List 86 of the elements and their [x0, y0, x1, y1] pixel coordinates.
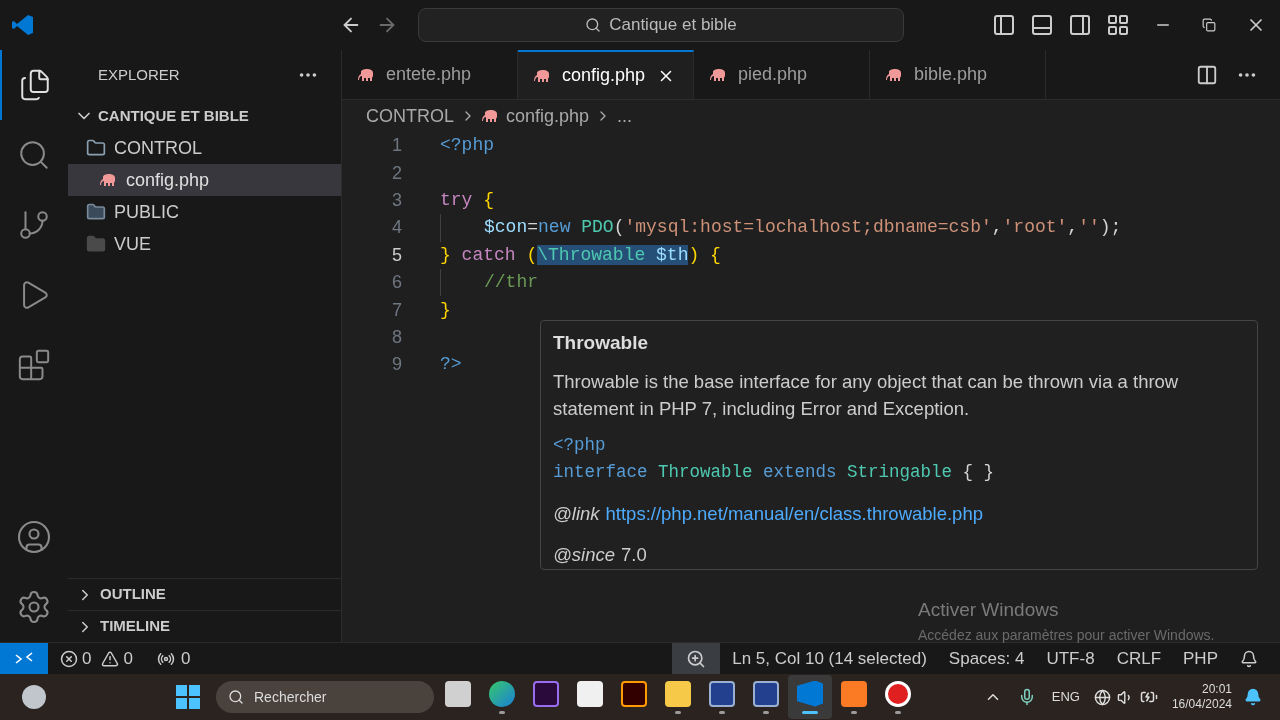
- code-line: } catch (\Throwable $th) {: [440, 243, 721, 267]
- search-icon: [228, 689, 244, 705]
- code-editor-icon: [12, 14, 34, 36]
- doc-tag: @link: [553, 499, 600, 528]
- code-line: ?>: [440, 353, 462, 377]
- line-number: 5: [391, 243, 402, 267]
- tree-item[interactable]: VUE: [68, 228, 341, 260]
- code-line: $con=new PDO('mysql:host=lochalhost;dbname=csb','root','');: [484, 216, 1122, 240]
- line-number: 3: [391, 188, 402, 212]
- secondary-sidebar-icon[interactable]: [1068, 13, 1092, 37]
- warning-icon: [101, 649, 120, 668]
- folder-icon[interactable]: [665, 680, 691, 707]
- code-editor-icon[interactable]: [797, 680, 823, 707]
- line-number: 7: [391, 298, 402, 322]
- problems-button[interactable]: 0 0: [60, 645, 133, 672]
- editor-tab[interactable]: config.php: [518, 50, 694, 99]
- language-mode[interactable]: PHP: [1183, 645, 1218, 672]
- network-icon[interactable]: [1093, 688, 1111, 706]
- indentation[interactable]: Spaces: 4: [948, 645, 1025, 672]
- line-number: 4: [391, 216, 402, 240]
- zoom-icon: [686, 648, 707, 669]
- layout-icon[interactable]: [1106, 13, 1130, 37]
- remote-icon: [14, 650, 34, 667]
- activation-title: Activer Windows: [918, 598, 1060, 622]
- tree-item[interactable]: CONTROL: [68, 132, 341, 164]
- split-editor-icon[interactable]: [1196, 63, 1218, 86]
- zoom-button[interactable]: [672, 643, 721, 674]
- activation-text: Accédez aux paramètres pour activer Windows.: [918, 625, 1215, 645]
- doc-tag: @since: [553, 541, 615, 569]
- error-icon: [60, 649, 78, 668]
- account-icon[interactable]: [16, 519, 52, 555]
- line-ending[interactable]: CRLF: [1116, 645, 1162, 672]
- elephant-icon: [710, 67, 728, 82]
- extensions-icon[interactable]: [17, 348, 51, 382]
- elephant-icon: [358, 67, 376, 82]
- tree-item[interactable]: config.php: [68, 164, 341, 196]
- record-icon[interactable]: [885, 680, 911, 707]
- line-number: 9: [391, 353, 402, 377]
- elephant-icon: [100, 173, 118, 187]
- tree-item[interactable]: PUBLIC: [68, 196, 341, 228]
- code-line: try {: [440, 188, 494, 212]
- code-line: }: [440, 298, 451, 322]
- input-language[interactable]: ENG: [1051, 687, 1080, 707]
- sidebar-title: EXPLORER: [98, 64, 180, 85]
- settings-icon[interactable]: [16, 589, 52, 625]
- sidebar-layout-icon[interactable]: [992, 13, 1016, 37]
- line-number: 6: [391, 271, 402, 295]
- notification-icon[interactable]: [1240, 649, 1258, 668]
- files-icon[interactable]: [18, 68, 52, 102]
- clock[interactable]: 20:01 16/04/2024: [1171, 682, 1232, 712]
- hover-code: <?php interface Throwable extends Stringable { }: [553, 433, 996, 484]
- command-center[interactable]: Cantique et bible: [418, 8, 904, 42]
- start-icon[interactable]: [176, 685, 200, 709]
- cursor-position[interactable]: Ln 5, Col 10 (14 selected): [732, 645, 927, 672]
- elephant-icon: [534, 68, 552, 83]
- app-icon[interactable]: [753, 680, 779, 707]
- line-number: 8: [391, 325, 402, 349]
- breadcrumb-item[interactable]: ...: [617, 102, 633, 130]
- line-number: 1: [391, 134, 402, 158]
- elephant-icon: [886, 67, 904, 82]
- encoding[interactable]: UTF-8: [1046, 645, 1095, 672]
- code-line: <?php: [440, 134, 494, 158]
- panel-layout-icon[interactable]: [1030, 13, 1054, 37]
- hover-description: Throwable is the base interface for any object that can be thrown via a throw statement in PHP 7, including Error and Exception.: [553, 369, 1180, 421]
- hover-title: Throwable: [553, 331, 649, 355]
- browser-icon[interactable]: [489, 680, 515, 707]
- app-icon[interactable]: [709, 680, 735, 707]
- editor-tab[interactable]: pied.php: [694, 50, 870, 99]
- taskbar-search[interactable]: Rechercher: [216, 681, 434, 713]
- search-icon[interactable]: [17, 138, 51, 172]
- panel-header[interactable]: OUTLINE: [68, 578, 341, 610]
- breadcrumb-item[interactable]: CONTROL: [366, 102, 454, 130]
- branch-icon[interactable]: [17, 208, 51, 242]
- remote-button[interactable]: [0, 643, 48, 674]
- search-icon: [585, 17, 602, 33]
- since-version: 7.0: [620, 543, 647, 568]
- doc-link[interactable]: https://php.net/manual/en/class.throwable.php: [605, 499, 983, 528]
- restore-icon[interactable]: [1202, 18, 1216, 32]
- folder-header[interactable]: CANTIQUE ET BIBLE: [68, 100, 341, 132]
- editor-tab[interactable]: bible.php: [870, 50, 1046, 99]
- breadcrumb-item[interactable]: config.php: [506, 102, 590, 130]
- code-line: //thr: [484, 271, 538, 295]
- line-number: 2: [391, 161, 402, 185]
- notification-icon[interactable]: [1244, 688, 1262, 706]
- elephant-icon: [482, 109, 500, 123]
- ports-button[interactable]: 0: [156, 645, 191, 672]
